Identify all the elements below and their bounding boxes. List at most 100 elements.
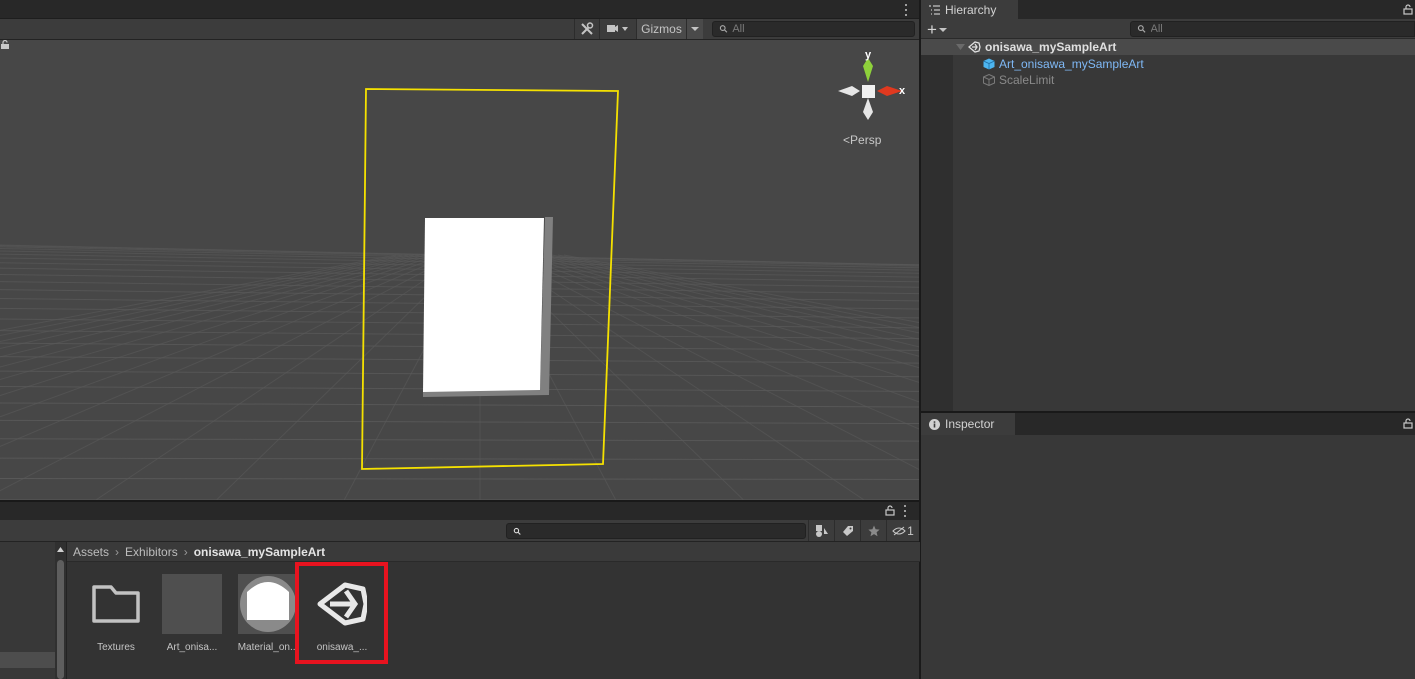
project-search-field[interactable] <box>506 523 806 539</box>
project-toolbar: 1 <box>0 520 919 542</box>
grid-line <box>0 254 445 418</box>
project-menu-icon[interactable] <box>900 504 910 518</box>
grid-line <box>0 457 919 461</box>
gizmos-dropdown[interactable] <box>686 19 703 39</box>
chevron-right-icon: › <box>183 544 188 559</box>
grid-line <box>0 254 451 447</box>
search-icon <box>1137 25 1146 33</box>
scene-search-input[interactable] <box>732 23 914 35</box>
project-folder-tree[interactable] <box>0 542 55 679</box>
camera-button[interactable] <box>599 19 635 39</box>
hidden-packages-toggle[interactable]: 1 <box>886 520 919 541</box>
center-cube[interactable] <box>862 85 875 98</box>
grid-line <box>0 438 919 442</box>
asset-label: onisawa_... <box>316 642 368 653</box>
folder-icon <box>92 585 140 623</box>
perspective-icon: < <box>843 133 851 147</box>
breadcrumb-exhibitors[interactable]: Exhibitors <box>125 545 178 559</box>
y-axis-cone[interactable] <box>863 58 873 82</box>
chevron-right-icon: › <box>115 544 120 559</box>
grid-line <box>509 254 919 430</box>
folder-tree-selected-row[interactable] <box>0 652 55 668</box>
lock-icon[interactable] <box>0 40 10 50</box>
lock-icon[interactable] <box>1403 4 1413 15</box>
gizmos-button[interactable]: Gizmos <box>636 19 686 39</box>
hierarchy-tabbar: Hierarchy <box>921 0 1415 19</box>
hierarchy-search-field[interactable] <box>1130 21 1415 37</box>
hierarchy-toolbar: + <box>921 19 1415 39</box>
art-object[interactable] <box>423 218 544 392</box>
asset-item-textures[interactable]: Textures <box>81 574 151 653</box>
breadcrumb: Assets › Exhibitors › onisawa_mySampleAr… <box>67 542 920 562</box>
tools-icon <box>580 22 593 35</box>
tab-inspector[interactable]: Inspector <box>921 413 1015 435</box>
grid-line <box>0 478 919 480</box>
project-panel: 1 Assets › Exhibitors › onisawa_mySample… <box>0 502 920 679</box>
scroll-up-icon[interactable] <box>57 547 64 552</box>
project-assets-area: Assets › Exhibitors › onisawa_mySampleAr… <box>66 542 920 679</box>
scene-canvas: y x <box>0 49 919 500</box>
search-icon <box>513 527 521 535</box>
scrollbar-thumb[interactable] <box>57 560 64 679</box>
project-search-input[interactable] <box>525 525 805 537</box>
grid-line <box>503 254 919 471</box>
hierarchy-item[interactable]: ScaleLimit <box>921 72 1415 88</box>
filter-by-type-button[interactable] <box>808 520 834 541</box>
inspector-panel: Inspector <box>921 413 1415 679</box>
favorites-button[interactable] <box>860 520 886 541</box>
unity-scene-icon <box>317 582 367 626</box>
eye-hidden-icon <box>892 526 906 535</box>
scene-viewport[interactable]: y x <Persp <box>0 40 919 500</box>
tab-hierarchy[interactable]: Hierarchy <box>921 0 1018 19</box>
hierarchy-scene-row[interactable]: onisawa_mySampleArt <box>921 39 1415 55</box>
grid-line <box>497 254 866 500</box>
grid-line <box>0 402 919 408</box>
add-object-button[interactable]: + <box>927 20 947 40</box>
expand-arrow-icon[interactable] <box>956 43 965 51</box>
chevron-down-icon <box>691 27 699 31</box>
scene-search-field[interactable] <box>712 21 915 37</box>
hierarchy-item[interactable]: Art_onisawa_mySampleArt <box>921 56 1415 72</box>
material-sphere-icon <box>240 576 296 632</box>
hidden-count: 1 <box>907 523 914 538</box>
tools-button[interactable] <box>574 19 598 39</box>
neg-y-axis-cone[interactable] <box>863 98 873 120</box>
inspector-tabbar: Inspector <box>921 413 1415 435</box>
projection-label: Persp <box>850 133 882 147</box>
hierarchy-panel: Hierarchy + onisawa_mySampleArt <box>921 0 1415 411</box>
hierarchy-item-label: ScaleLimit <box>999 73 1055 87</box>
asset-item-scene[interactable]: onisawa_... <box>307 574 377 653</box>
search-icon <box>719 25 728 33</box>
scene-thumbnail <box>312 574 372 634</box>
camera-icon <box>606 25 628 32</box>
grid-line <box>94 254 463 500</box>
unity-scene-icon <box>968 41 981 53</box>
hierarchy-search-input[interactable] <box>1150 23 1414 35</box>
folder-tree-scrollbar[interactable] <box>55 542 66 679</box>
lock-icon[interactable] <box>885 505 895 516</box>
breadcrumb-assets[interactable]: Assets <box>73 545 109 559</box>
scene-toolbar: Gizmos <box>0 19 919 40</box>
asset-label: Textures <box>97 642 135 653</box>
asset-item-art-prefab[interactable]: Art_onisa... <box>157 574 227 653</box>
info-icon <box>929 418 940 430</box>
breadcrumb-current[interactable]: onisawa_mySampleArt <box>194 545 325 559</box>
prefab-cube-icon <box>983 58 995 70</box>
scene-menu-icon[interactable] <box>901 3 911 17</box>
hierarchy-list-icon <box>929 4 940 15</box>
material-thumbnail <box>238 574 298 634</box>
neg-x-axis-cone[interactable] <box>838 86 860 96</box>
asset-item-material[interactable]: Material_on... <box>233 574 303 653</box>
hierarchy-gutter <box>921 55 953 411</box>
prefab-thumbnail <box>162 574 222 634</box>
scene-panel: Gizmos y x <box>0 0 919 500</box>
grid-line <box>515 254 919 403</box>
gameobject-cube-icon <box>983 74 995 86</box>
star-icon <box>867 525 880 536</box>
label-tag-icon <box>842 525 853 536</box>
asset-label: Material_on... <box>237 642 299 653</box>
orientation-gizmo[interactable]: y x <box>838 49 906 120</box>
filter-by-label-button[interactable] <box>834 520 860 541</box>
lock-icon[interactable] <box>1403 418 1413 429</box>
projection-toggle[interactable]: <Persp <box>843 133 881 147</box>
